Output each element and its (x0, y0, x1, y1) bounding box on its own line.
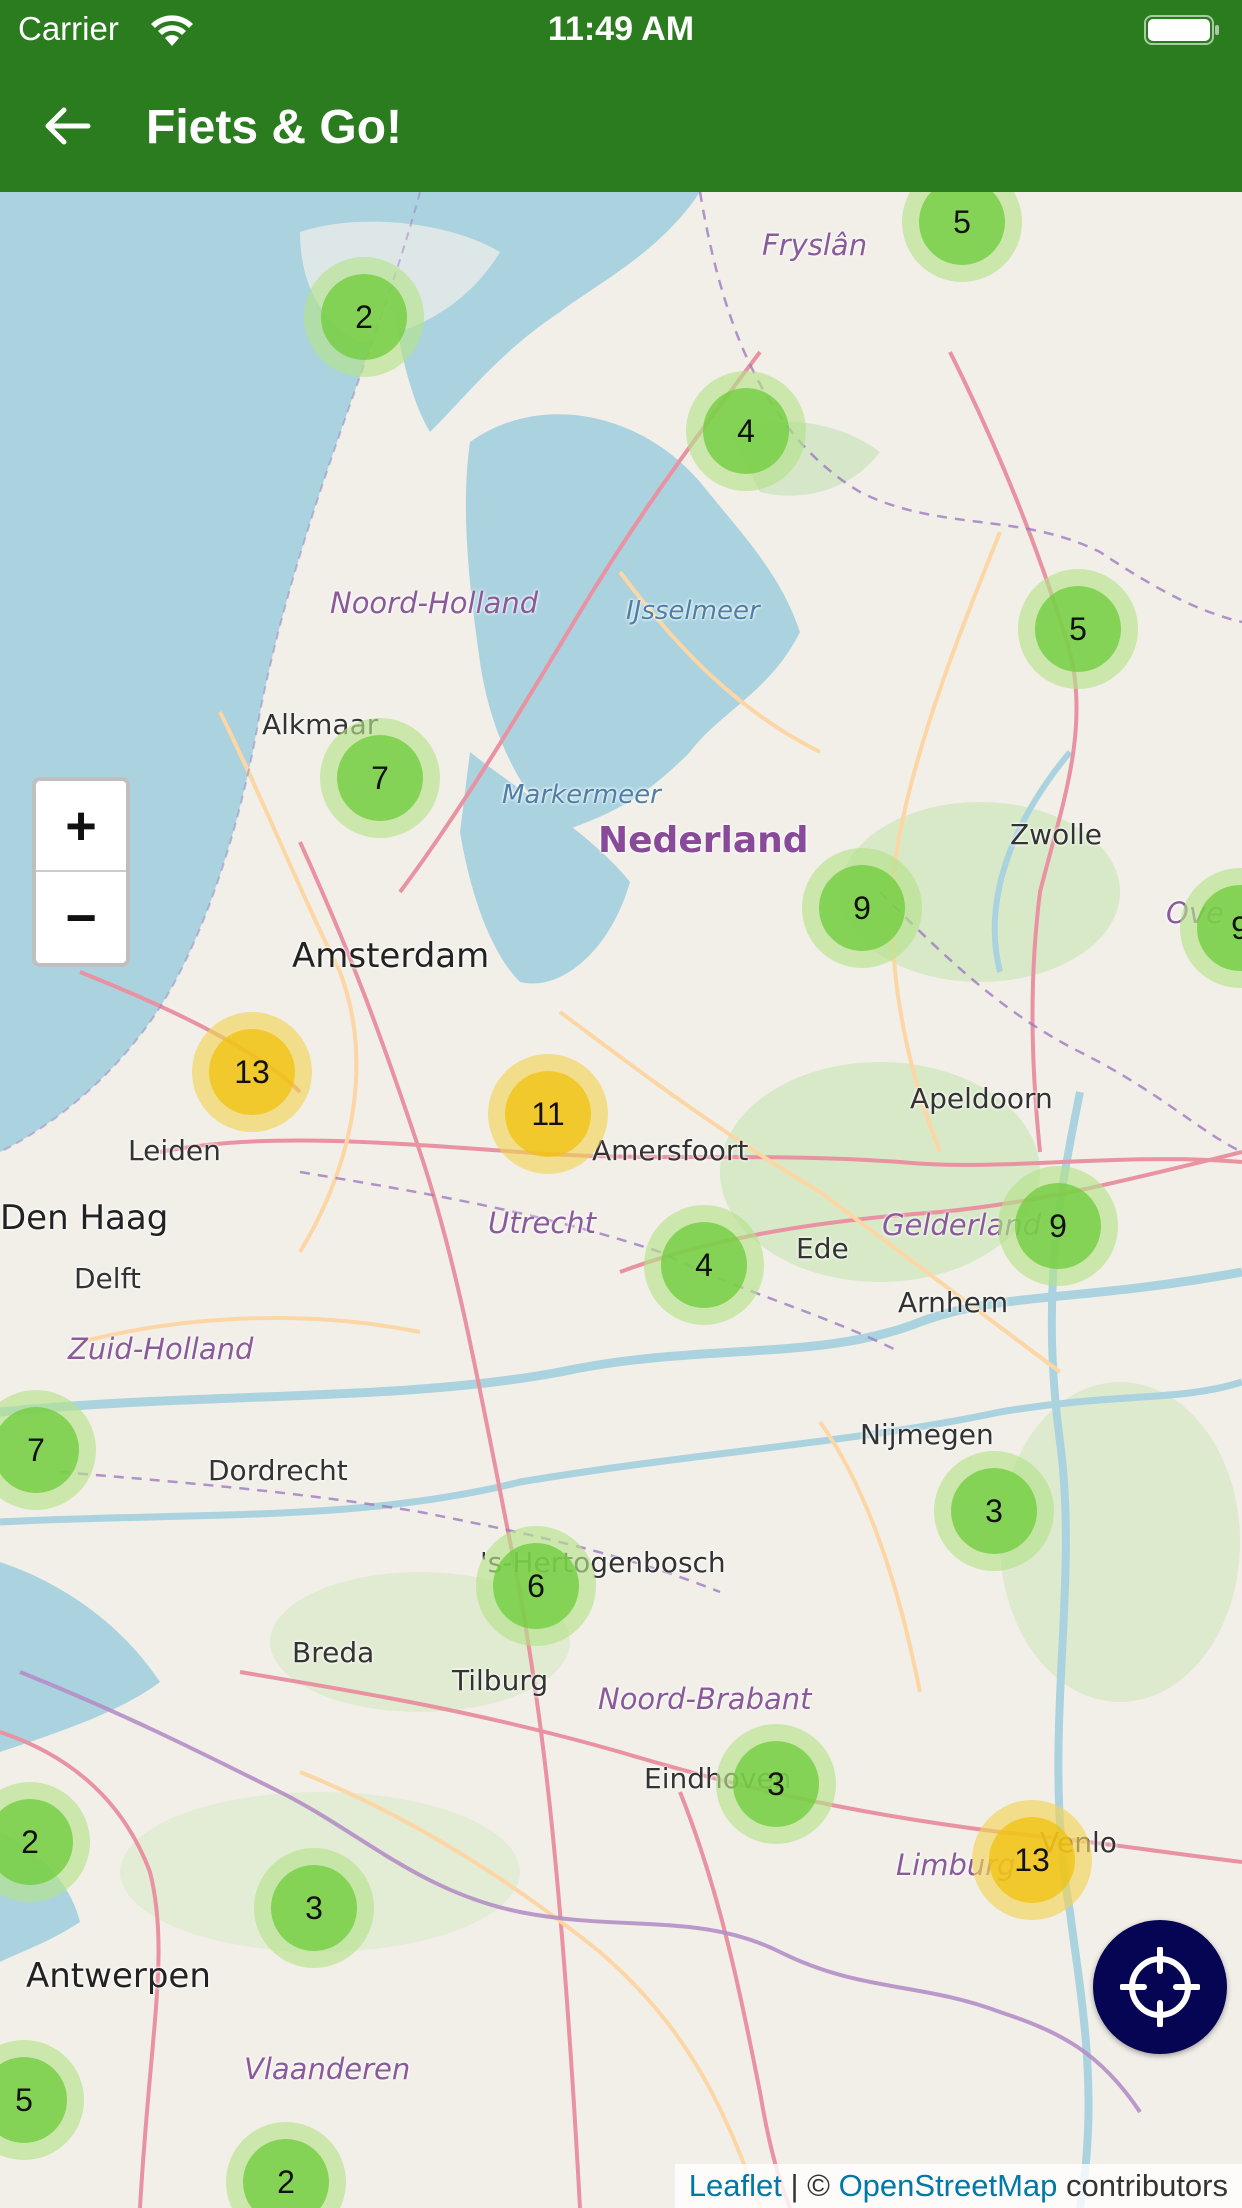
cluster-count: 5 (1035, 586, 1121, 672)
cluster-count: 2 (0, 1799, 73, 1885)
cluster-count: 2 (243, 2139, 329, 2208)
cluster-count: 13 (989, 1817, 1075, 1903)
place-label: Noord-Holland (330, 586, 539, 620)
cluster-count: 3 (733, 1741, 819, 1827)
openstreetmap-link[interactable]: OpenStreetMap (839, 2168, 1058, 2203)
app-title: Fiets & Go! (146, 101, 403, 154)
marker-cluster[interactable]: 13 (192, 1012, 312, 1132)
place-label: Leiden (128, 1134, 221, 1167)
place-label: Amersfoort (592, 1134, 749, 1167)
marker-cluster[interactable]: 3 (254, 1848, 374, 1968)
cluster-count: 9 (1015, 1183, 1101, 1269)
marker-cluster[interactable]: 5 (1018, 569, 1138, 689)
map-view[interactable]: Fryslân Noord-Holland IJsselmeer Alkmaar… (0, 192, 1242, 2208)
marker-cluster[interactable]: 11 (488, 1054, 608, 1174)
place-label: Noord-Brabant (598, 1682, 812, 1716)
cluster-count: 5 (0, 2057, 67, 2143)
status-bar: Carrier 11:49 AM (0, 0, 1242, 60)
marker-cluster[interactable]: 4 (644, 1205, 764, 1325)
marker-cluster[interactable]: 9 (802, 848, 922, 968)
marker-cluster[interactable]: 3 (934, 1451, 1054, 1571)
place-label: Arnhem (898, 1286, 1009, 1319)
zoom-control: + − (32, 777, 130, 967)
cluster-count: 3 (271, 1865, 357, 1951)
locate-button[interactable] (1093, 1920, 1227, 2054)
place-label: Zwolle (1010, 818, 1102, 851)
attribution-separator: | © (781, 2168, 839, 2203)
place-label: Nijmegen (860, 1418, 994, 1451)
cluster-count: 4 (703, 388, 789, 474)
place-label: Delft (74, 1262, 141, 1295)
place-label: Nederland (598, 820, 809, 861)
clock: 11:49 AM (547, 10, 695, 48)
place-label: Den Haag (0, 1198, 169, 1238)
marker-cluster[interactable]: 2 (304, 257, 424, 377)
marker-cluster[interactable]: 6 (476, 1526, 596, 1646)
crosshair-icon (1120, 1947, 1200, 2027)
marker-cluster[interactable]: 3 (716, 1724, 836, 1844)
place-label: Dordrecht (208, 1454, 348, 1487)
place-label: Utrecht (488, 1206, 597, 1240)
top-bar: Carrier 11:49 AM Fiets & Go! (0, 0, 1242, 192)
cluster-count: 2 (321, 274, 407, 360)
cluster-count: 3 (951, 1468, 1037, 1554)
marker-cluster[interactable]: 13 (972, 1800, 1092, 1920)
back-button[interactable] (30, 88, 106, 164)
zoom-in-button[interactable]: + (36, 781, 126, 872)
marker-cluster[interactable]: 4 (686, 371, 806, 491)
place-label: Breda (292, 1636, 375, 1669)
cluster-count: 4 (661, 1222, 747, 1308)
zoom-out-button[interactable]: − (36, 872, 126, 963)
place-label: Antwerpen (26, 1956, 211, 1996)
map-attribution: Leaflet | © OpenStreetMap contributors (674, 2164, 1242, 2208)
place-label: IJsselmeer (626, 596, 760, 626)
arrow-left-icon (45, 107, 91, 145)
cluster-count: 9 (1197, 885, 1242, 971)
place-label: Apeldoorn (910, 1082, 1053, 1115)
place-label: Amsterdam (292, 936, 490, 976)
cluster-count: 5 (919, 192, 1005, 265)
cluster-count: 11 (505, 1071, 591, 1157)
cluster-count: 9 (819, 865, 905, 951)
place-label: Fryslân (762, 228, 868, 262)
leaflet-link[interactable]: Leaflet (689, 2168, 782, 2203)
battery-icon (1144, 15, 1219, 45)
marker-cluster[interactable]: 7 (320, 718, 440, 838)
cluster-count: 7 (337, 735, 423, 821)
place-label: Tilburg (452, 1664, 549, 1697)
attribution-suffix: contributors (1057, 2168, 1228, 2203)
place-label: Ede (796, 1232, 849, 1265)
place-label: Markermeer (502, 780, 661, 810)
marker-cluster[interactable]: 9 (998, 1166, 1118, 1286)
place-label: Zuid-Holland (68, 1332, 254, 1366)
cluster-count: 6 (493, 1543, 579, 1629)
cluster-count: 7 (0, 1407, 79, 1493)
place-label: Vlaanderen (244, 2052, 411, 2086)
cluster-count: 13 (209, 1029, 295, 1115)
app-bar: Fiets & Go! (0, 60, 1242, 192)
